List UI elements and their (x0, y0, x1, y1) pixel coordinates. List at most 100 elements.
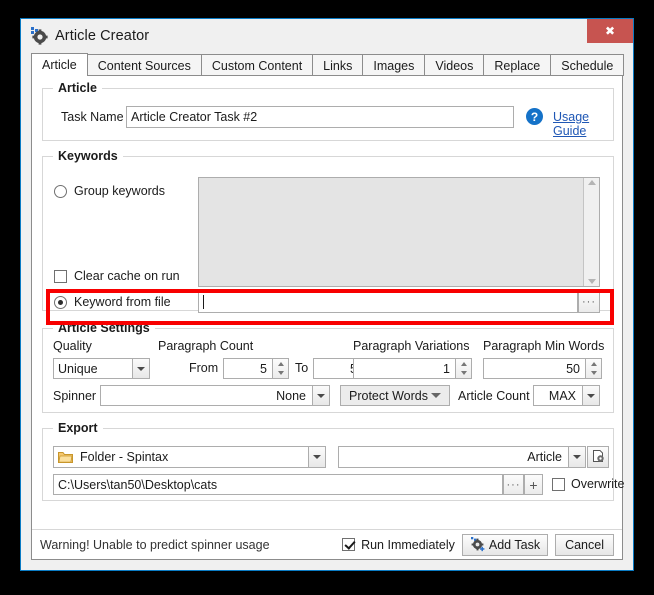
export-type-value: Article (527, 450, 562, 464)
group-keywords-radio[interactable] (54, 184, 67, 198)
protect-words-button[interactable]: Protect Words (340, 385, 450, 406)
spinner-label: Spinner (53, 389, 97, 403)
export-path-input[interactable]: C:\Users\tan50\Desktop\cats (53, 474, 503, 495)
export-path-add-button[interactable]: + (524, 474, 543, 495)
close-icon: ✖ (604, 24, 616, 38)
cancel-label: Cancel (565, 537, 604, 552)
export-type-select[interactable]: Article (338, 446, 586, 468)
article-settings-group-title: Article Settings (53, 321, 155, 335)
quality-select[interactable]: Unique (53, 358, 150, 379)
overwrite-checkbox[interactable] (552, 477, 565, 491)
tab-article[interactable]: Article (31, 53, 88, 76)
article-count-value: MAX (548, 388, 576, 403)
tab-replace[interactable]: Replace (483, 54, 552, 76)
clear-cache-checkbox[interactable] (54, 269, 67, 283)
export-path-add-label: + (529, 476, 538, 493)
from-stepper[interactable]: 5 (223, 358, 289, 379)
add-task-button[interactable]: Add Task (461, 533, 549, 556)
export-path-browse-button[interactable]: ··· (503, 474, 524, 495)
chevron-down-icon[interactable] (308, 447, 325, 467)
status-bar: Warning! Unable to predict spinner usage… (32, 529, 622, 559)
run-immediately-checkbox[interactable] (342, 538, 356, 551)
clear-cache-label: Clear cache on run (74, 269, 180, 283)
paragraph-variations-input[interactable]: 1 (353, 358, 456, 379)
spin-down-icon[interactable] (460, 371, 467, 376)
keywords-text[interactable] (199, 178, 583, 286)
tab-label: Schedule (561, 58, 614, 73)
tab-label: Replace (494, 58, 541, 73)
spin-up-icon[interactable] (460, 361, 467, 366)
export-group: Export Folder - Spintax Article C:\Users… (42, 421, 624, 501)
keyword-file-browse-label: ··· (582, 296, 596, 308)
close-button[interactable]: ✖ (587, 19, 633, 43)
title-bar: Article Creator ✖ (21, 19, 633, 53)
paragraph-variations-spin-buttons[interactable] (456, 358, 472, 379)
usage-guide-link[interactable]: Usage Guide (553, 110, 613, 138)
spin-down-icon[interactable] (590, 371, 597, 376)
clear-cache-row[interactable]: Clear cache on run (54, 269, 180, 283)
export-settings-button[interactable] (587, 446, 609, 468)
gear-icon (29, 26, 49, 46)
export-format-select[interactable]: Folder - Spintax (53, 446, 326, 468)
tab-custom-content[interactable]: Custom Content (200, 54, 314, 76)
paragraph-min-words-spin-buttons[interactable] (586, 358, 602, 379)
chevron-down-icon[interactable] (582, 386, 599, 405)
page-gear-icon (591, 449, 605, 466)
spinner-select[interactable]: None (100, 385, 330, 406)
spin-up-icon[interactable] (277, 361, 284, 366)
export-group-title: Export (53, 421, 103, 435)
tab-label: Custom Content (211, 58, 303, 73)
run-immediately-row[interactable]: Run Immediately (342, 538, 455, 552)
article-creator-window: Article Creator ✖ Article Content Source… (20, 18, 634, 571)
keyword-file-browse-button[interactable]: ··· (578, 291, 600, 313)
tab-label: Links (323, 58, 353, 73)
group-keywords-radio-row[interactable]: Group keywords (54, 184, 165, 198)
tab-content-sources[interactable]: Content Sources (86, 54, 202, 76)
article-group: Article Task Name Article Creator Task #… (42, 81, 614, 141)
tab-label: Content Sources (97, 58, 191, 73)
keyword-from-file-row[interactable]: Keyword from file (54, 295, 171, 309)
cancel-button[interactable]: Cancel (555, 533, 614, 556)
chevron-down-icon[interactable] (132, 359, 149, 378)
keywords-scrollbar[interactable] (583, 178, 599, 286)
export-path-value: C:\Users\tan50\Desktop\cats (58, 477, 218, 492)
from-spin-buttons[interactable] (273, 358, 289, 379)
tab-strip: Article Content Sources Custom Content L… (21, 53, 633, 76)
paragraph-min-words-value: 50 (566, 361, 580, 376)
help-icon[interactable]: ? (526, 108, 543, 125)
tab-schedule[interactable]: Schedule (550, 54, 625, 76)
keyword-file-input[interactable] (198, 291, 578, 313)
spin-up-icon[interactable] (590, 361, 597, 366)
paragraph-variations-stepper[interactable]: 1 (353, 358, 472, 379)
paragraph-variations-label: Paragraph Variations (353, 339, 470, 353)
from-value: 5 (260, 361, 267, 376)
keywords-group: Keywords Group keywords Clear cache on r… (42, 149, 614, 313)
keyword-from-file-radio[interactable] (54, 295, 67, 309)
from-label: From (189, 361, 219, 375)
keywords-textarea[interactable] (198, 177, 600, 287)
spinner-value: None (276, 388, 306, 403)
keyword-from-file-label: Keyword from file (74, 295, 171, 309)
chevron-down-icon[interactable] (312, 386, 329, 405)
from-input[interactable]: 5 (223, 358, 273, 379)
spin-down-icon[interactable] (277, 371, 284, 376)
tab-videos[interactable]: Videos (424, 54, 485, 76)
chevron-down-icon[interactable] (568, 447, 585, 467)
article-group-title: Article (53, 81, 102, 95)
paragraph-min-words-stepper[interactable]: 50 (483, 358, 602, 379)
task-name-input[interactable]: Article Creator Task #2 (126, 106, 514, 128)
paragraph-min-words-input[interactable]: 50 (483, 358, 586, 379)
scroll-up-icon[interactable] (587, 180, 596, 185)
keywords-group-title: Keywords (53, 149, 123, 163)
paragraph-count-label: Paragraph Count (158, 339, 254, 353)
overwrite-row[interactable]: Overwrite (552, 477, 624, 491)
tab-links[interactable]: Links (312, 54, 364, 76)
article-count-select[interactable]: MAX (533, 385, 600, 406)
scroll-down-icon[interactable] (587, 279, 596, 284)
help-icon-glyph: ? (530, 109, 539, 124)
tab-panel-article: Article Task Name Article Creator Task #… (31, 76, 624, 560)
task-name-value: Article Creator Task #2 (131, 110, 258, 124)
tab-images[interactable]: Images (362, 54, 426, 76)
paragraph-min-words-label: Paragraph Min Words (483, 339, 605, 353)
overwrite-label: Overwrite (571, 477, 625, 491)
